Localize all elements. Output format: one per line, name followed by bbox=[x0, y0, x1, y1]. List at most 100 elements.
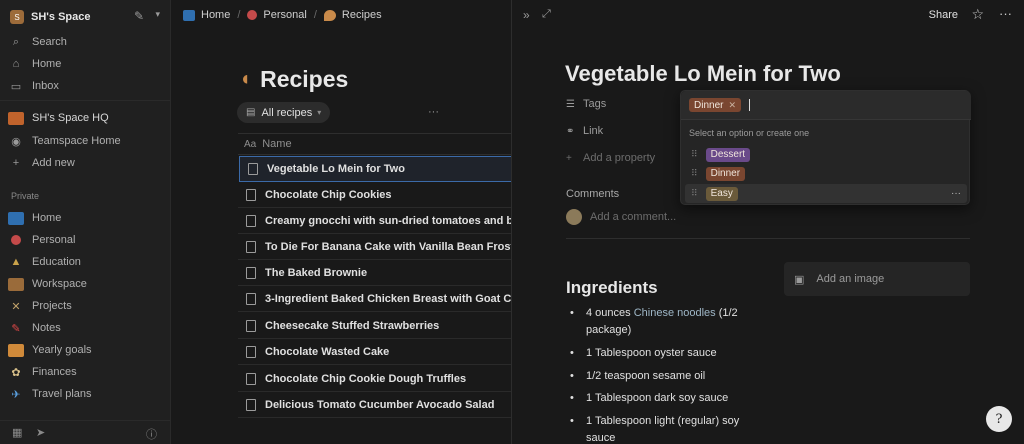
selected-tag-chip[interactable]: Dinner ✕ bbox=[689, 98, 742, 112]
column-header-name[interactable]: Aa Name bbox=[238, 133, 511, 155]
view-more-button[interactable]: ··· bbox=[428, 106, 439, 118]
page-icon bbox=[246, 266, 256, 279]
table-row[interactable]: Chocolate Chip Cookie Dough Truffles bbox=[238, 366, 511, 392]
list-item[interactable]: • 1 Tablespoon light (regular) soy sauce bbox=[570, 413, 740, 444]
plus-icon: + bbox=[566, 152, 572, 164]
workspace-name: SH's Space bbox=[31, 11, 91, 23]
sidebar-item-teamspace[interactable]: SH's Space HQ bbox=[8, 108, 163, 128]
expand-icon[interactable]: ⤢ bbox=[542, 8, 551, 21]
new-page-icon[interactable]: ✎ bbox=[134, 9, 144, 23]
chevron-down-icon: ▾ bbox=[317, 108, 322, 117]
database-title-text[interactable]: Recipes bbox=[260, 66, 348, 93]
table-row[interactable]: Chocolate Wasted Cake bbox=[238, 339, 511, 365]
sidebar-item-finances[interactable]: ✿ Finances bbox=[8, 362, 163, 382]
more-icon[interactable]: ··· bbox=[999, 6, 1012, 21]
list-item[interactable]: • 1 Tablespoon oyster sauce bbox=[570, 345, 760, 362]
share-button[interactable]: Share bbox=[929, 9, 958, 21]
sidebar-item-yearly-goals[interactable]: Yearly goals bbox=[8, 340, 163, 360]
ingredient-link[interactable]: Chinese noodles bbox=[634, 307, 716, 319]
add-property-button[interactable]: + Add a property bbox=[566, 152, 655, 164]
property-link[interactable]: ⚭ Link bbox=[566, 125, 603, 137]
sidebar-item-inbox[interactable]: ▭ Inbox bbox=[8, 76, 163, 96]
tag-option-label: Easy bbox=[705, 186, 738, 201]
sidebar: S SH's Space ✎ ▾ ⌕ Search ⌂ Home ▭ Inbox… bbox=[0, 0, 171, 444]
list-item[interactable]: • 1 Tablespoon dark soy sauce bbox=[570, 390, 760, 407]
sidebar-item-label: Personal bbox=[32, 234, 76, 246]
table-row[interactable]: To Die For Banana Cake with Vanilla Bean… bbox=[238, 234, 511, 260]
dropdown-help-text: Select an option or create one bbox=[689, 128, 810, 138]
sidebar-item-label: SH's Space HQ bbox=[32, 112, 109, 124]
help-button[interactable]: ? bbox=[986, 406, 1012, 432]
comment-placeholder: Add a comment... bbox=[590, 211, 677, 223]
chevron-down-icon[interactable]: ▾ bbox=[155, 9, 160, 20]
row-title: The Baked Brownie bbox=[265, 266, 368, 279]
sidebar-item-home[interactable]: ⌂ Home bbox=[8, 54, 163, 74]
sidebar-item-search[interactable]: ⌕ Search bbox=[8, 32, 163, 52]
sidebar-item-travel-plans[interactable]: ✈ Travel plans bbox=[8, 384, 163, 404]
workspace-switcher[interactable]: S SH's Space ✎ ▾ bbox=[10, 8, 162, 26]
remove-tag-icon[interactable]: ✕ bbox=[728, 100, 736, 111]
help-circle-icon[interactable]: ⓘ bbox=[146, 426, 157, 442]
tag-option-label: Dinner bbox=[705, 166, 746, 181]
table-row[interactable]: Delicious Tomato Cucumber Avocado Salad bbox=[238, 392, 511, 418]
drag-handle-icon[interactable]: ⠿ bbox=[691, 168, 698, 179]
bullet-dot: • bbox=[570, 392, 574, 404]
sidebar-item-label: Home bbox=[32, 212, 62, 224]
send-icon[interactable]: ➤ bbox=[36, 426, 45, 439]
list-icon: ☰ bbox=[566, 98, 575, 110]
breadcrumb-home[interactable]: Home bbox=[201, 9, 230, 21]
database-panel: Home / Personal / Recipes ◖ Recipes ▤ Al… bbox=[171, 0, 512, 444]
table-row[interactable]: Chocolate Chip Cookies bbox=[238, 182, 511, 208]
property-label: Tags bbox=[583, 98, 607, 110]
drag-handle-icon[interactable]: ⠿ bbox=[691, 188, 698, 199]
tag-option-dessert[interactable]: ⠿ Dessert bbox=[685, 145, 967, 164]
view-tab-all-recipes[interactable]: ▤ All recipes ▾ bbox=[237, 102, 331, 123]
comment-input[interactable]: Add a comment... bbox=[566, 209, 676, 225]
sidebar-item-home-page[interactable]: Home bbox=[8, 208, 163, 228]
breadcrumb-separator: / bbox=[313, 9, 317, 21]
table-row[interactable]: Vegetable Lo Mein for Two bbox=[239, 156, 511, 182]
option-more-icon[interactable]: ··· bbox=[951, 188, 961, 199]
close-peek-icon[interactable]: » bbox=[523, 8, 530, 22]
sidebar-item-projects[interactable]: ✕ Projects bbox=[8, 296, 163, 316]
sidebar-item-notes[interactable]: ✎ Notes bbox=[8, 318, 163, 338]
teamspace-icon bbox=[8, 111, 24, 125]
ingredients-heading[interactable]: Ingredients bbox=[566, 278, 658, 298]
drag-handle-icon[interactable]: ⠿ bbox=[691, 149, 698, 160]
sidebar-item-education[interactable]: ▲ Education bbox=[8, 252, 163, 272]
tag-search-input[interactable]: Dinner ✕ bbox=[681, 91, 971, 120]
add-image-button[interactable]: ▣ Add an image bbox=[784, 262, 970, 296]
list-item-text: 1 Tablespoon light (regular) soy sauce bbox=[586, 415, 740, 444]
sidebar-item-personal[interactable]: Personal bbox=[8, 230, 163, 250]
page-icon bbox=[246, 372, 256, 385]
table-row[interactable]: Cheesecake Stuffed Strawberries bbox=[238, 313, 511, 339]
sidebar-item-add-new[interactable]: + Add new bbox=[8, 153, 163, 173]
property-tags[interactable]: ☰ Tags bbox=[566, 98, 606, 110]
page-title[interactable]: Vegetable Lo Mein for Two bbox=[565, 61, 841, 87]
sidebar-item-workspace[interactable]: Workspace bbox=[8, 274, 163, 294]
tag-option-easy[interactable]: ⠿ Easy ··· bbox=[685, 184, 967, 203]
table-row[interactable]: Creamy gnocchi with sun-dried tomatoes a… bbox=[238, 208, 511, 234]
star-icon[interactable]: ☆ bbox=[971, 6, 984, 23]
add-image-label: Add an image bbox=[816, 273, 885, 285]
page-icon bbox=[248, 163, 258, 175]
heart-icon bbox=[247, 10, 258, 20]
table-row[interactable]: 3-Ingredient Baked Chicken Breast with G… bbox=[238, 286, 511, 312]
table-row[interactable]: The Baked Brownie bbox=[238, 260, 511, 286]
templates-icon[interactable]: ▦ bbox=[12, 426, 22, 439]
list-item[interactable]: • 1/2 teaspoon sesame oil bbox=[570, 368, 760, 385]
tag-option-dinner[interactable]: ⠿ Dinner bbox=[685, 164, 967, 183]
sidebar-item-teamspace-home[interactable]: ◉ Teamspace Home bbox=[8, 131, 163, 151]
image-icon: ▣ bbox=[794, 273, 805, 286]
tools-icon: ✕ bbox=[11, 300, 21, 313]
list-item-prefix: 4 ounces bbox=[586, 307, 634, 319]
breadcrumb-personal[interactable]: Personal bbox=[263, 9, 306, 21]
home-icon: ⌂ bbox=[12, 58, 20, 70]
breadcrumb-recipes[interactable]: Recipes bbox=[342, 9, 382, 21]
sidebar-item-label: Teamspace Home bbox=[32, 135, 121, 147]
sidebar-divider bbox=[0, 100, 171, 101]
column-header-label: Name bbox=[262, 138, 292, 150]
list-item[interactable]: • 4 ounces Chinese noodles (1/2 package) bbox=[570, 305, 760, 339]
home-image-icon bbox=[183, 9, 195, 21]
sidebar-item-label: Home bbox=[32, 58, 62, 70]
